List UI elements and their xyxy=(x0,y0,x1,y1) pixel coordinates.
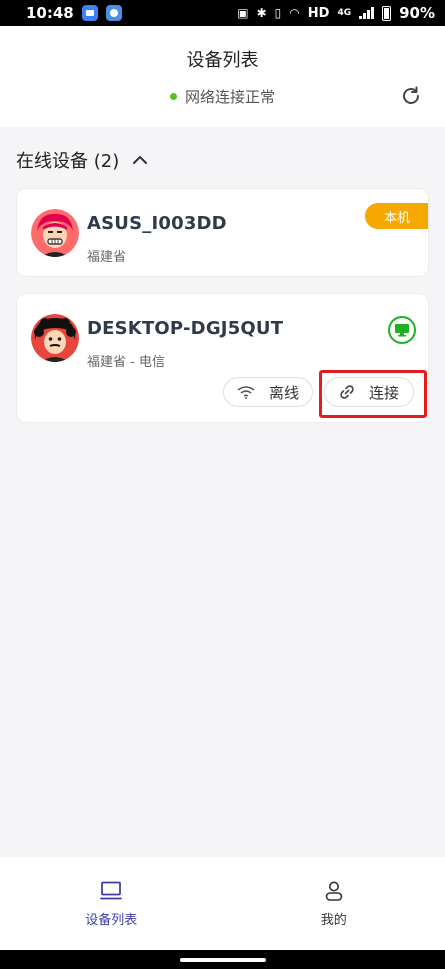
device-location: 福建省 - 电信 xyxy=(87,355,165,370)
main-content: 在线设备 (2) ASUS_I003DD 福建省 本机 DESKTOP-DGJ5… xyxy=(0,127,445,857)
tab-device-list-label: 设备列表 xyxy=(85,913,138,928)
status-bar: 10:48 ▣ ✱ ▯ ◠ HD 4G 90% xyxy=(0,0,445,26)
link-icon xyxy=(340,385,354,399)
notification-app-icon xyxy=(81,5,98,21)
refresh-icon[interactable] xyxy=(399,84,423,108)
notification-app2-icon xyxy=(105,5,122,21)
device-card-local[interactable]: ASUS_I003DD 福建省 本机 xyxy=(16,188,429,277)
network-status-text: 网络连接正常 xyxy=(184,88,275,106)
device-location: 福建省 xyxy=(87,250,127,265)
status-dot-icon xyxy=(169,93,177,100)
battery-level: 90% xyxy=(399,4,435,22)
chevron-up-icon[interactable] xyxy=(133,155,148,165)
bottom-nav: 设备列表 我的 xyxy=(0,857,445,950)
header: 设备列表 网络连接正常 xyxy=(0,26,445,127)
offline-button[interactable]: 离线 xyxy=(223,377,313,407)
tab-mine-label: 我的 xyxy=(320,913,347,928)
wifi-icon xyxy=(237,386,255,399)
battery-icon xyxy=(382,5,392,21)
home-indicator[interactable] xyxy=(180,958,266,962)
device-name: DESKTOP-DGJ5QUT xyxy=(87,318,284,339)
device-name: ASUS_I003DD xyxy=(87,213,227,234)
avatar xyxy=(31,314,79,362)
user-icon xyxy=(325,881,343,901)
status-time: 10:48 xyxy=(26,4,74,22)
wifi-icon: ◠ xyxy=(289,6,300,20)
connect-button[interactable]: 连接 xyxy=(324,377,414,407)
page-title: 设备列表 xyxy=(186,50,259,71)
network-type-label: 4G xyxy=(337,8,352,18)
tab-device-list[interactable]: 设备列表 xyxy=(0,857,223,950)
connect-label: 连接 xyxy=(368,383,399,402)
signal-icon xyxy=(359,7,375,19)
avatar xyxy=(31,209,79,257)
network-status: 网络连接正常 xyxy=(0,86,445,107)
offline-label: 离线 xyxy=(268,383,299,402)
network-label: HD xyxy=(307,5,330,21)
monitor-icon xyxy=(100,881,123,900)
bluetooth-icon: ✱ xyxy=(256,6,267,20)
tab-mine[interactable]: 我的 xyxy=(223,857,445,950)
online-devices-header[interactable]: 在线设备 (2) xyxy=(16,147,148,173)
desktop-online-icon xyxy=(388,316,416,344)
gesture-bar-area xyxy=(0,950,445,969)
section-title: 在线设备 (2) xyxy=(16,151,120,172)
vibrate-icon: ▯ xyxy=(274,6,282,20)
local-device-badge: 本机 xyxy=(365,203,428,229)
nfc-icon: ▣ xyxy=(237,6,249,20)
device-card-remote[interactable]: DESKTOP-DGJ5QUT 福建省 - 电信 离线 连接 xyxy=(16,293,429,423)
